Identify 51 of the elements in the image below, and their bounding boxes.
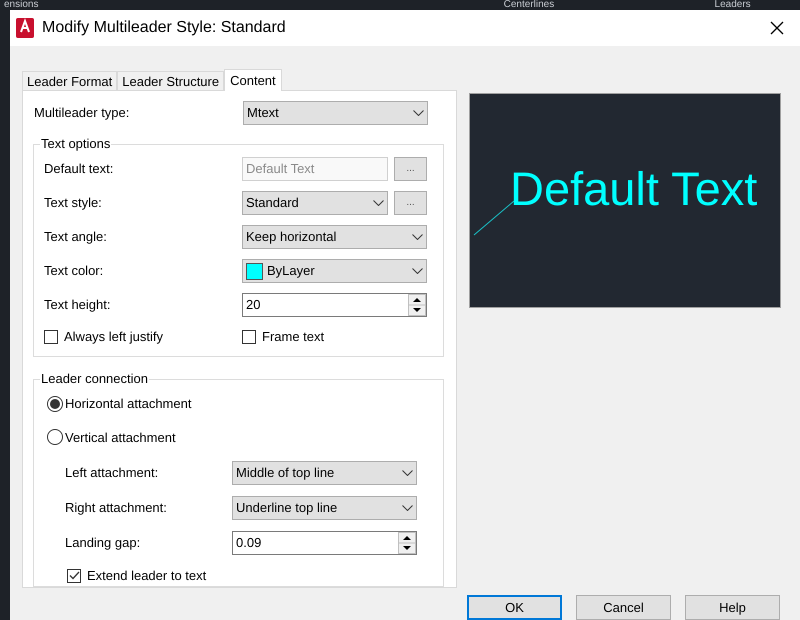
window-title: Modify Multileader Style: Standard xyxy=(42,18,287,38)
checkbox[interactable] xyxy=(67,568,81,583)
leader-line xyxy=(473,200,515,236)
panel-title: ensions xyxy=(4,0,40,10)
radio-label: Horizontal attachment xyxy=(65,395,192,413)
field-label: Text color: xyxy=(44,262,104,280)
number-field[interactable]: 20 xyxy=(242,293,427,317)
field-label: Text style: xyxy=(44,194,103,212)
caret-icon xyxy=(412,268,423,274)
number-field[interactable]: 0.09 xyxy=(232,531,417,555)
panel-title: Leaders xyxy=(714,0,752,10)
tab[interactable]: Leader Format xyxy=(22,71,118,90)
dropdown[interactable]: ByLayer xyxy=(242,259,427,283)
radio-label: Vertical attachment xyxy=(65,428,176,446)
field-label: Multileader type: xyxy=(34,104,130,122)
checkbox-label: Always left justify xyxy=(64,328,163,346)
dialog-button[interactable]: OK xyxy=(467,595,562,620)
field-label: Landing gap: xyxy=(65,534,142,552)
field-label: Text height: xyxy=(44,296,112,314)
radio-button[interactable] xyxy=(47,429,63,446)
group-title: Text options xyxy=(40,136,112,152)
dropdown[interactable]: Standard xyxy=(242,191,388,215)
field-label: Left attachment: xyxy=(65,464,160,482)
checkbox-label: Extend leader to text xyxy=(87,567,206,585)
dropdown[interactable]: Middle of top line xyxy=(232,461,417,485)
spin-buttons-icon[interactable] xyxy=(398,532,416,554)
field-label: Text angle: xyxy=(44,228,108,246)
tab[interactable]: Leader Structure xyxy=(117,71,224,90)
caret-icon xyxy=(412,234,423,240)
browse-button[interactable]: ... xyxy=(394,191,427,215)
checkbox[interactable] xyxy=(44,330,58,344)
dropdown[interactable]: Mtext xyxy=(243,101,428,125)
tab[interactable]: Content xyxy=(224,69,282,91)
caret-icon xyxy=(413,110,424,116)
preview-text: Default Text xyxy=(510,164,758,214)
checkbox[interactable] xyxy=(242,330,256,344)
dropdown[interactable]: Underline top line xyxy=(232,496,417,520)
field-label: Default text: xyxy=(44,160,114,178)
dropdown[interactable]: Keep horizontal xyxy=(242,225,427,249)
spin-buttons-icon[interactable] xyxy=(408,294,426,316)
panel-title: Centerlines xyxy=(504,0,556,10)
caret-icon xyxy=(402,470,413,476)
field-label: Right attachment: xyxy=(65,499,168,518)
dialog-button[interactable]: Cancel xyxy=(576,595,671,620)
dialog-button[interactable]: Help xyxy=(685,595,780,620)
caret-icon xyxy=(373,200,384,206)
checkbox-label: Frame text xyxy=(262,328,324,346)
caret-icon xyxy=(402,505,413,511)
app-logo-icon xyxy=(16,18,34,38)
close-icon[interactable] xyxy=(770,21,784,35)
radio-button[interactable] xyxy=(47,396,63,412)
